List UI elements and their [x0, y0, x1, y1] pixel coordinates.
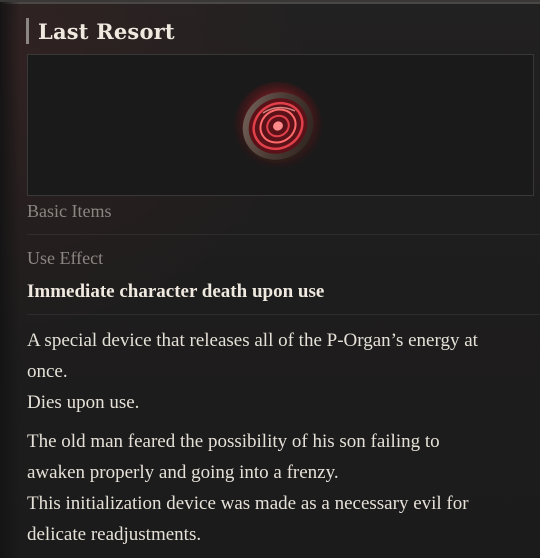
section-divider: [27, 314, 540, 315]
description-line: awaken properly and going into a frenzy.: [27, 462, 339, 483]
description-line: once.: [27, 361, 68, 382]
left-shade: [0, 2, 20, 558]
section-divider: [27, 234, 540, 235]
title-accent-bar: [26, 18, 29, 44]
use-effect-text: Immediate character death upon use: [27, 281, 325, 302]
description-line: delicate readjustments.: [27, 524, 202, 545]
use-effect-label: Use Effect: [27, 248, 104, 268]
title-row: Last Resort: [26, 16, 175, 46]
item-detail-panel: Last Resort Basic Items Use Effect Immed…: [0, 0, 540, 558]
description-line: The old man feared the possibility of hi…: [27, 431, 440, 452]
top-border: [0, 2, 540, 4]
item-title: Last Resort: [38, 18, 175, 44]
description-line: This initialization device was made as a…: [27, 493, 469, 514]
description-paragraph-2: The old man feared the possibility of hi…: [27, 426, 535, 550]
description-line: Dies upon use.: [27, 392, 140, 413]
item-category: Basic Items: [27, 201, 112, 221]
red-disc-device-icon: [234, 82, 322, 170]
description-line: A special device that releases all of th…: [27, 330, 478, 351]
item-image-frame: [27, 54, 534, 196]
description-paragraph-1: A special device that releases all of th…: [27, 325, 535, 418]
